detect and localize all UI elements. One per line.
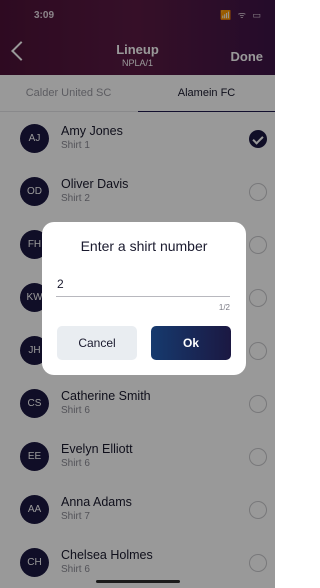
home-indicator[interactable]: [96, 580, 180, 583]
ok-button[interactable]: Ok: [151, 326, 231, 360]
shirt-number-dialog: Enter a shirt number 1/2 Cancel Ok: [42, 222, 246, 375]
shirt-number-input[interactable]: [56, 271, 230, 297]
cancel-button[interactable]: Cancel: [57, 326, 137, 360]
dialog-title: Enter a shirt number: [80, 238, 208, 254]
character-counter: 1/2: [218, 303, 230, 312]
